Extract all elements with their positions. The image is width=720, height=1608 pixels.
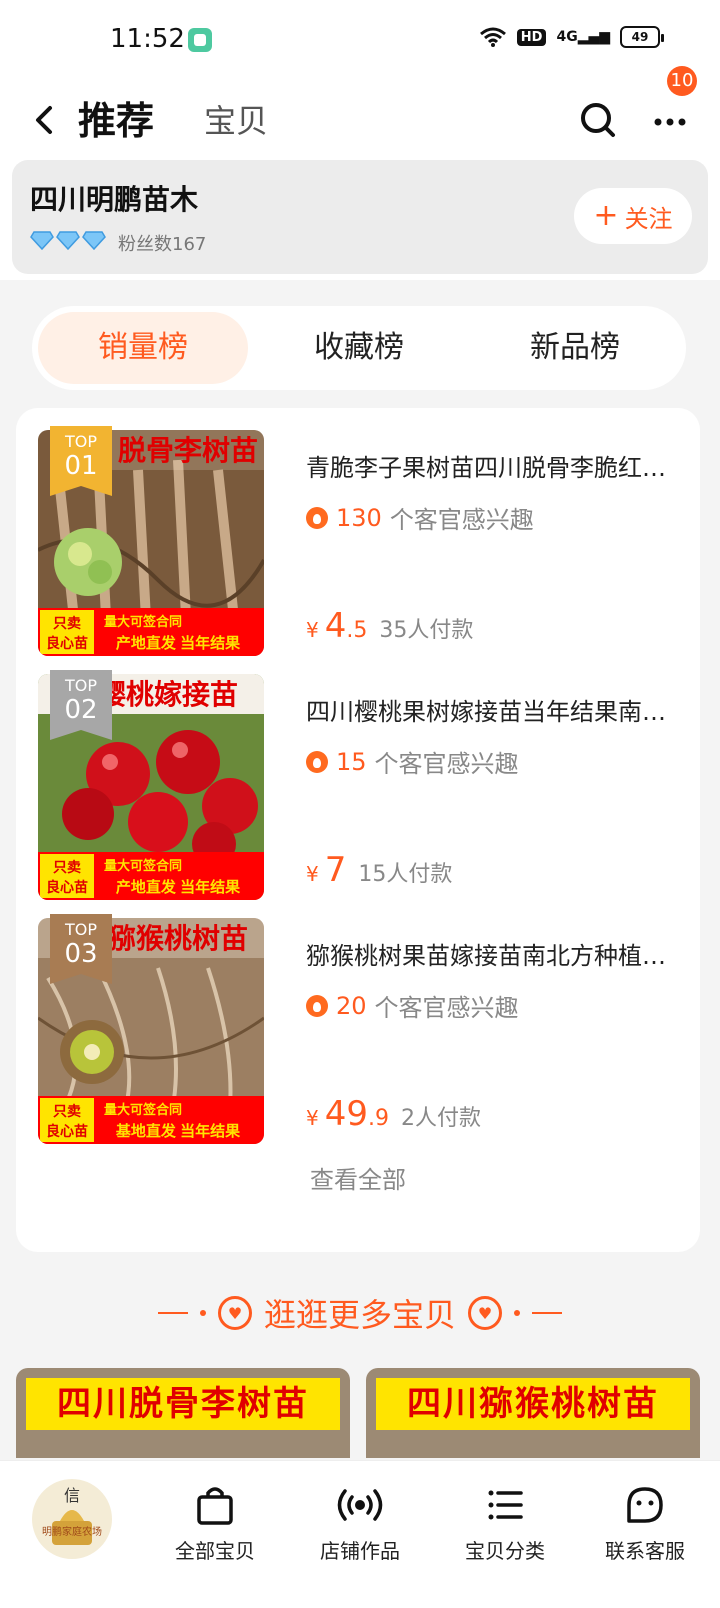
fire-icon	[306, 750, 328, 773]
ranking-tabs: 销量榜 收藏榜 新品榜	[32, 306, 686, 390]
shop-card[interactable]: 四川明鹏苗木 粉丝数167 + 关注	[12, 160, 708, 274]
paid-count: 2人付款	[401, 1106, 481, 1131]
tab-sales-rank[interactable]: 销量榜	[38, 312, 248, 384]
product-item[interactable]: 猕猴桃树苗 只卖 良心苗 量大可签合同 基地直发 当年结果 TOP 03 猕猴桃…	[38, 914, 678, 1146]
fire-icon	[306, 506, 328, 529]
svg-text:量大可签合同: 量大可签合同	[104, 858, 182, 873]
notification-badge: 10	[667, 66, 697, 96]
follow-button[interactable]: + 关注	[574, 188, 692, 244]
tab-new-rank[interactable]: 新品榜	[470, 312, 680, 384]
battery-icon: 49	[620, 26, 664, 48]
more-icon[interactable]	[650, 100, 690, 140]
shop-section: 四川明鹏苗木 粉丝数167 + 关注	[0, 160, 720, 280]
top-nav-bar: 推荐 宝贝 10	[0, 66, 720, 160]
interest-info: 130 个客官感兴趣	[306, 500, 534, 535]
svg-text:量大可签合同: 量大可签合同	[104, 1102, 182, 1117]
svg-text:只卖: 只卖	[53, 859, 81, 875]
nav-customer-service[interactable]: 联系客服	[575, 1483, 715, 1564]
view-all-link[interactable]: 查看全部	[16, 1160, 700, 1195]
bag-icon	[197, 1487, 233, 1525]
nav-shop-works[interactable]: 店铺作品	[290, 1483, 430, 1564]
diamond-icon	[56, 231, 80, 250]
status-time: 11:52	[110, 24, 185, 54]
explore-more-header: ♥ 逛逛更多宝贝 ♥	[0, 1288, 720, 1338]
diamond-icon	[30, 231, 54, 250]
svg-text:量大可签合同: 量大可签合同	[104, 614, 182, 629]
nav-all-items[interactable]: 全部宝贝	[145, 1483, 285, 1564]
heart-icon: ♥	[217, 1296, 252, 1330]
chat-face-icon	[627, 1487, 663, 1523]
shop-level	[30, 230, 106, 250]
system-icons: HD 4G▂▄▆ 49	[479, 26, 664, 48]
svg-text:产地直发 当年结果: 产地直发 当年结果	[116, 878, 241, 896]
svg-text:樱桃嫁接苗: 樱桃嫁接苗	[98, 679, 238, 710]
tab-favorites-rank[interactable]: 收藏榜	[254, 312, 464, 384]
plus-icon: +	[593, 198, 619, 233]
svg-text:只卖: 只卖	[53, 615, 81, 631]
shop-avatar[interactable]: 信 明鹏家庭农场	[32, 1479, 112, 1559]
divider-dot	[514, 1310, 520, 1316]
more-product-banner: 四川脱骨李树苗	[26, 1378, 340, 1430]
broadcast-icon	[337, 1489, 383, 1521]
fans-count: 粉丝数167	[118, 234, 207, 255]
more-products-grid: 四川脱骨李树苗 四川猕猴桃树苗	[16, 1368, 704, 1458]
follow-label: 关注	[624, 204, 673, 233]
signal-icon: 4G▂▄▆	[556, 29, 610, 45]
product-item[interactable]: 樱桃嫁接苗 只卖 良心苗 量大可签合同 产地直发 当年结果 TOP 02 四川樱…	[38, 670, 678, 902]
divider-line	[157, 1312, 188, 1314]
nav-categories[interactable]: 宝贝分类	[435, 1483, 575, 1564]
hd-icon: HD	[516, 28, 547, 46]
rank-badge-silver: TOP 02	[50, 670, 112, 740]
svg-text:良心苗: 良心苗	[46, 635, 88, 651]
interest-info: 15 个客官感兴趣	[306, 744, 519, 779]
list-icon	[488, 1490, 523, 1520]
product-title: 青脆李子果树苗四川脱骨李脆红…	[306, 454, 666, 482]
svg-text:基地直发 当年结果: 基地直发 当年结果	[115, 1122, 241, 1140]
search-icon[interactable]	[578, 100, 618, 140]
product-item[interactable]: 脱骨李树苗 只卖 良心苗 量大可签合同 产地直发 当年结果 TOP 01 青脆李…	[38, 426, 678, 658]
status-bar: 11:52 HD 4G▂▄▆ 49	[0, 0, 720, 80]
rank-badge-gold: TOP 01	[50, 426, 112, 496]
interest-info: 20 个客官感兴趣	[306, 988, 519, 1023]
product-title: 四川樱桃果树嫁接苗当年结果南…	[306, 698, 666, 726]
more-product-card[interactable]: 四川猕猴桃树苗	[366, 1368, 700, 1458]
divider-dot	[199, 1310, 206, 1316]
svg-text:信: 信	[64, 1487, 80, 1505]
back-arrow-icon[interactable]	[28, 100, 64, 140]
product-title: 猕猴桃树果苗嫁接苗南北方种植…	[306, 942, 666, 970]
rank-badge-bronze: TOP 03	[50, 914, 112, 984]
svg-text:良心苗: 良心苗	[46, 1123, 88, 1139]
heart-icon: ♥	[468, 1296, 502, 1330]
more-product-card[interactable]: 四川脱骨李树苗	[16, 1368, 350, 1458]
svg-text:脱骨李树苗: 脱骨李树苗	[118, 435, 258, 466]
svg-text:良心苗: 良心苗	[46, 879, 88, 895]
app-notification-icon	[188, 28, 212, 52]
fire-icon	[306, 994, 328, 1017]
paid-count: 15人付款	[358, 862, 453, 887]
tab-recommend[interactable]: 推荐	[78, 90, 154, 145]
diamond-icon	[82, 231, 106, 250]
product-price: ¥ 7 15人付款	[306, 850, 453, 890]
tab-items[interactable]: 宝贝	[204, 96, 268, 142]
ranking-list: 脱骨李树苗 只卖 良心苗 量大可签合同 产地直发 当年结果 TOP 01 青脆李…	[16, 408, 700, 1252]
wifi-icon	[479, 27, 506, 47]
product-price: ¥ 4.5 35人付款	[306, 606, 474, 646]
divider-line	[532, 1312, 562, 1314]
more-product-banner: 四川猕猴桃树苗	[376, 1378, 690, 1430]
paid-count: 35人付款	[379, 618, 474, 643]
svg-text:猕猴桃树苗: 猕猴桃树苗	[108, 923, 248, 954]
svg-text:只卖: 只卖	[53, 1103, 81, 1119]
bottom-nav: 信 明鹏家庭农场 全部宝贝 店铺作品 宝贝分类 联系客服	[0, 1460, 720, 1608]
explore-more-label: 逛逛更多宝贝	[263, 1296, 456, 1334]
shop-name: 四川明鹏苗木	[30, 183, 199, 216]
product-price: ¥ 49.9 2人付款	[306, 1094, 481, 1134]
svg-text:产地直发 当年结果: 产地直发 当年结果	[116, 634, 241, 652]
